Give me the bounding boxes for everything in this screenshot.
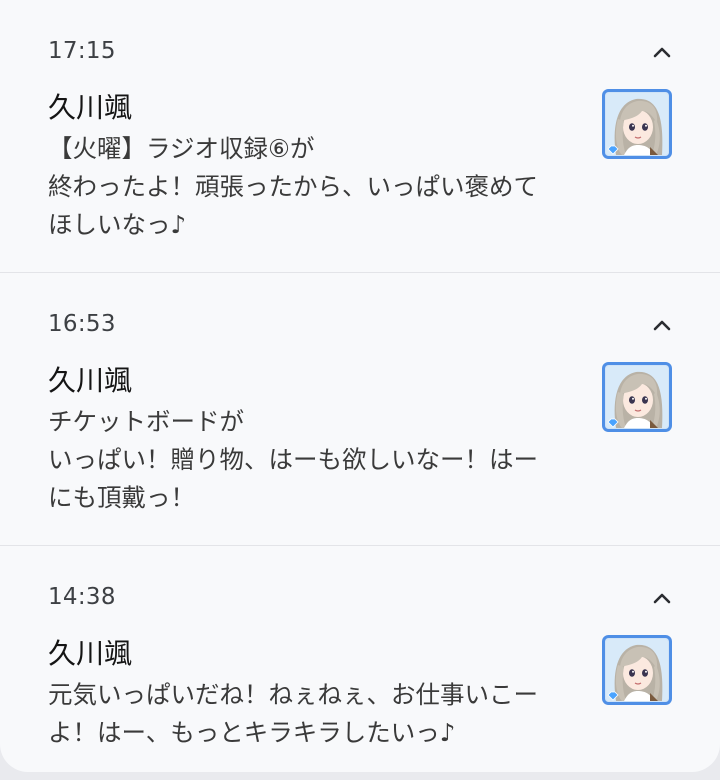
notification-message: 【火曜】ラジオ収録⑥が 終わったよ！頑張ったから、いっぱい褒めて ほしいなっ♪ <box>48 130 578 244</box>
notification-message: チケットボードが いっぱい！贈り物、はーも欲しいなー！はー にも頂戴っ！ <box>48 403 578 517</box>
notification-message: 元気いっぱいだね！ねぇねぇ、お仕事いこー よ！はー、もっとキラキラしたいっ♪ <box>48 676 578 752</box>
notification-card[interactable]: 14:38 久川颯 元気いっぱいだね！ねぇねぇ、お仕事いこー よ！はー、もっとキ… <box>0 546 720 772</box>
notification-time: 14:38 <box>48 584 116 610</box>
message-line: 元気いっぱいだね！ねぇねぇ、お仕事いこー <box>48 680 538 709</box>
chevron-up-icon[interactable] <box>650 588 674 608</box>
notification-card[interactable]: 16:53 久川颯 チケットボードが いっぱい！贈り物、はーも欲しいなー！はー … <box>0 273 720 546</box>
chevron-up-icon[interactable] <box>650 42 674 62</box>
notification-time: 17:15 <box>48 38 116 64</box>
message-line: よ！はー、もっとキラキラしたいっ♪ <box>48 718 456 747</box>
character-portrait-icon <box>602 89 672 159</box>
message-line: 終わったよ！頑張ったから、いっぱい褒めて <box>48 172 538 201</box>
notification-sender: 久川颯 <box>48 637 133 670</box>
character-portrait-icon <box>602 362 672 432</box>
message-line: にも頂戴っ！ <box>48 483 195 512</box>
notification-card[interactable]: 17:15 久川颯 【火曜】ラジオ収録⑥が 終わったよ！頑張ったから、いっぱい褒… <box>0 0 720 273</box>
chevron-up-icon[interactable] <box>650 315 674 335</box>
message-line: ほしいなっ♪ <box>48 210 187 239</box>
character-portrait-icon <box>602 635 672 705</box>
notification-panel: 17:15 久川颯 【火曜】ラジオ収録⑥が 終わったよ！頑張ったから、いっぱい褒… <box>0 0 720 772</box>
notification-time: 16:53 <box>48 311 116 337</box>
message-line: いっぱい！贈り物、はーも欲しいなー！はー <box>48 445 538 474</box>
notification-sender: 久川颯 <box>48 364 133 397</box>
notification-sender: 久川颯 <box>48 91 133 124</box>
message-line: チケットボードが <box>48 407 244 436</box>
message-line: 【火曜】ラジオ収録⑥が <box>48 134 315 163</box>
